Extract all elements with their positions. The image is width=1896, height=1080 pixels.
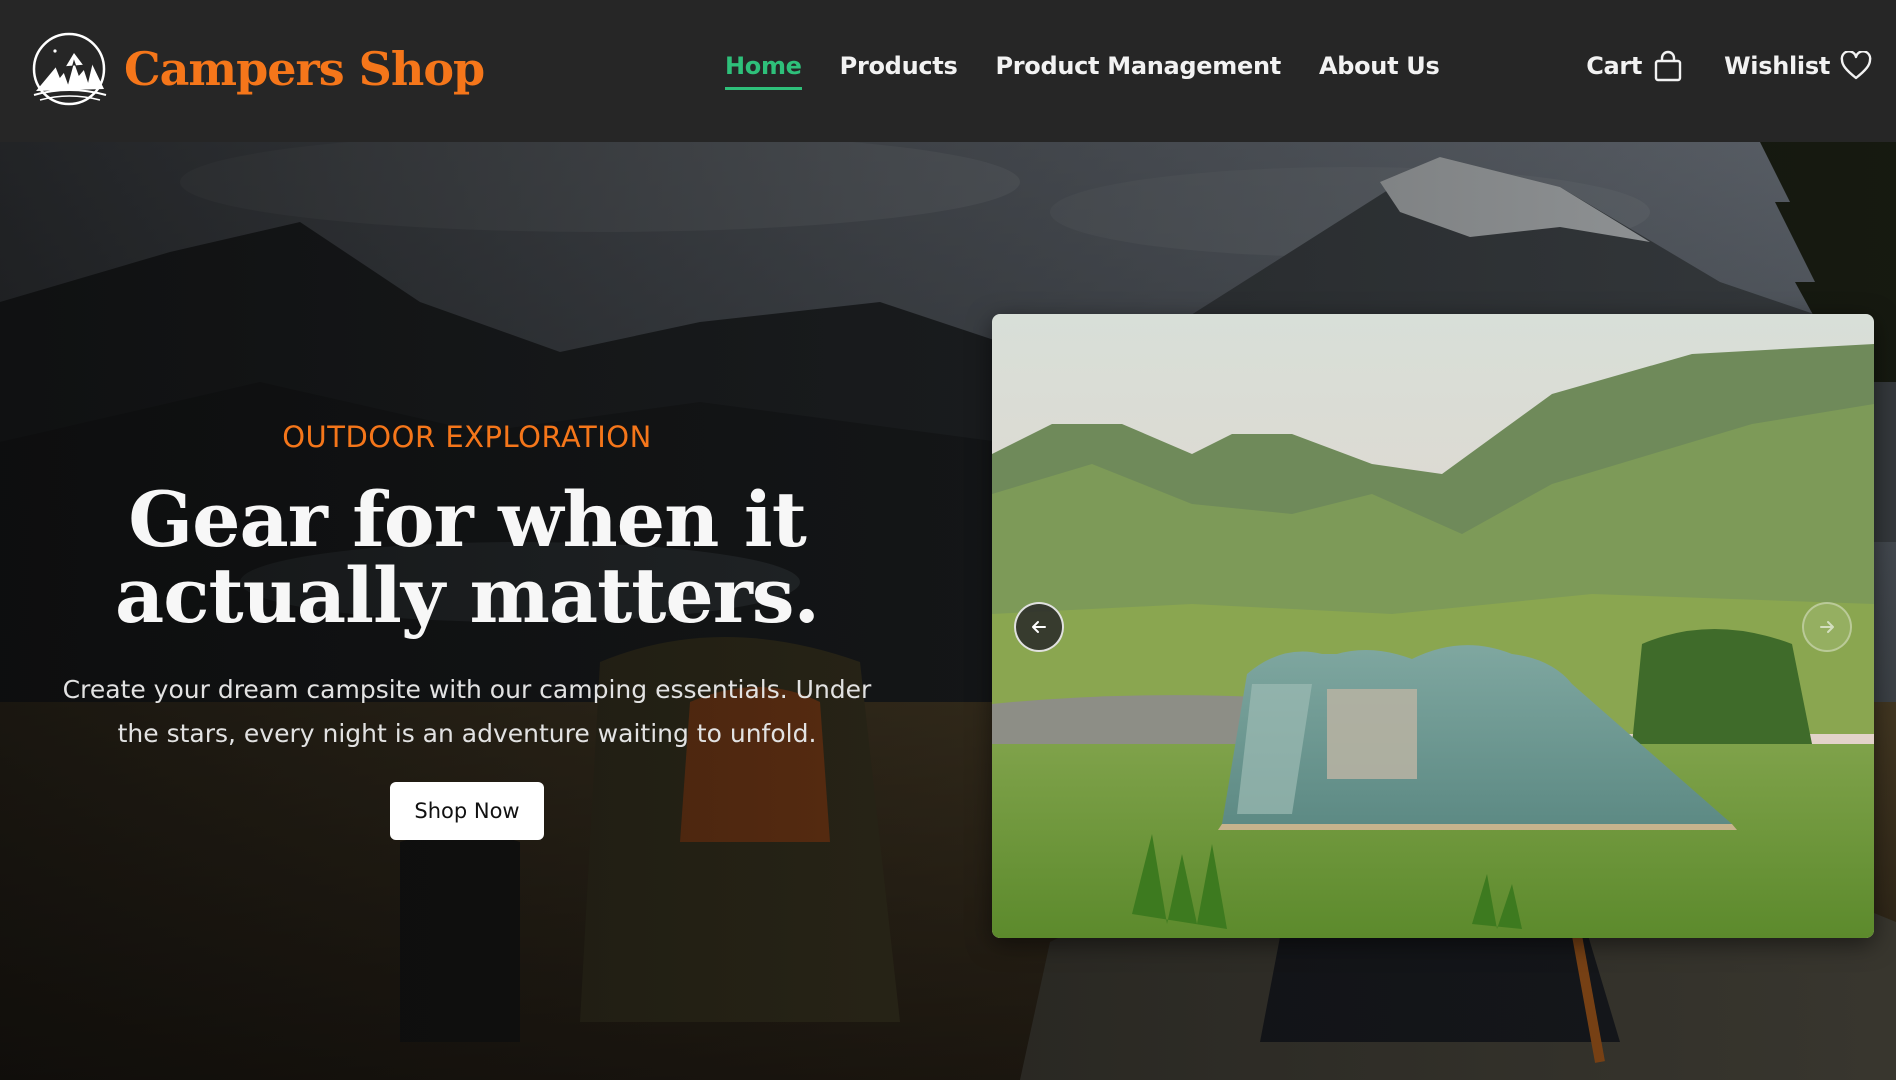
brand-link[interactable]: Campers Shop bbox=[26, 31, 485, 107]
cart-button[interactable]: Cart bbox=[1586, 50, 1684, 82]
main-nav: Home Products Product Management About U… bbox=[725, 52, 1440, 90]
shopping-bag-icon bbox=[1654, 50, 1682, 82]
hero-title-line-2: actually matters. bbox=[115, 551, 820, 640]
nav-actions: Cart Wishlist bbox=[1586, 50, 1872, 82]
carousel-slide-image bbox=[992, 314, 1874, 938]
hero-description: Create your dream campsite with our camp… bbox=[62, 675, 872, 748]
hero-title: Gear for when it actually matters. bbox=[50, 482, 884, 634]
nav-link-home[interactable]: Home bbox=[725, 52, 802, 90]
shop-now-button[interactable]: Shop Now bbox=[390, 782, 544, 840]
nav-link-products[interactable]: Products bbox=[840, 52, 958, 80]
hero-carousel bbox=[992, 314, 1874, 938]
carousel-prev-button[interactable] bbox=[1014, 602, 1064, 652]
arrow-left-icon bbox=[1032, 621, 1046, 633]
cart-label: Cart bbox=[1586, 52, 1643, 80]
hero-copy: OUTDOOR EXPLORATION Gear for when it act… bbox=[50, 420, 884, 840]
navbar: Campers Shop Home Products Product Manag… bbox=[0, 0, 1896, 142]
arrow-right-icon bbox=[1820, 621, 1834, 633]
heart-icon bbox=[1840, 51, 1872, 80]
carousel-next-button[interactable] bbox=[1802, 602, 1852, 652]
wishlist-button[interactable]: Wishlist bbox=[1724, 51, 1872, 81]
brand-name: Campers Shop bbox=[124, 42, 485, 96]
nav-link-about-us[interactable]: About Us bbox=[1319, 52, 1440, 80]
hero-section: OUTDOOR EXPLORATION Gear for when it act… bbox=[0, 142, 1896, 1080]
nav-link-product-management[interactable]: Product Management bbox=[995, 52, 1281, 80]
hero-eyebrow: OUTDOOR EXPLORATION bbox=[282, 420, 652, 454]
mountain-logo-icon bbox=[32, 32, 107, 106]
wishlist-label: Wishlist bbox=[1724, 52, 1830, 80]
